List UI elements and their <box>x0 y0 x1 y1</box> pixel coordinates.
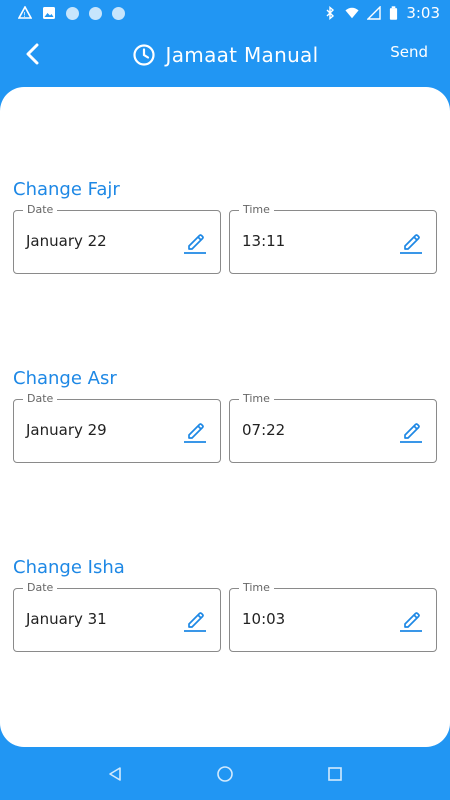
fields-row: Date January 29 Time 07:22 <box>13 392 437 463</box>
time-value: 13:11 <box>242 232 286 250</box>
content-card: Change Fajr Date January 22 Time 13:11 C… <box>0 87 450 747</box>
time-value: 07:22 <box>242 421 286 439</box>
alert-icon: ! <box>18 6 32 19</box>
circle-icon <box>66 6 79 20</box>
date-label: Date <box>23 392 58 406</box>
section-asr: Change Asr Date January 29 Time 07:22 <box>13 368 437 463</box>
image-icon <box>43 7 55 19</box>
time-field[interactable]: Time 07:22 <box>229 392 437 463</box>
back-button[interactable] <box>18 40 46 68</box>
status-left: ! <box>18 6 125 20</box>
nav-home-button[interactable] <box>211 760 239 788</box>
circle-home-icon <box>217 766 233 782</box>
status-right: 3:03 <box>323 4 440 22</box>
section-fajr: Change Fajr Date January 22 Time 13:11 <box>13 179 437 274</box>
time-field[interactable]: Time 10:03 <box>229 581 437 652</box>
section-title: Change Asr <box>13 368 117 389</box>
circle-icon <box>89 6 102 20</box>
date-value: January 29 <box>26 421 107 439</box>
fields-row: Date January 31 Time 10:03 <box>13 581 437 652</box>
edit-icon[interactable] <box>398 418 424 444</box>
time-value: 10:03 <box>242 610 286 628</box>
edit-icon[interactable] <box>398 607 424 633</box>
svg-text:!: ! <box>23 11 26 19</box>
edit-icon[interactable] <box>398 229 424 255</box>
signal-icon <box>367 6 382 20</box>
page-title: Jamaat Manual <box>165 43 319 67</box>
date-label: Date <box>23 203 58 217</box>
app-bar: Jamaat Manual Send <box>0 26 450 84</box>
triangle-back-icon <box>109 767 121 781</box>
edit-icon[interactable] <box>182 607 208 633</box>
edit-icon[interactable] <box>182 418 208 444</box>
edit-icon[interactable] <box>182 229 208 255</box>
send-button[interactable]: Send <box>390 43 428 61</box>
date-field[interactable]: Date January 22 <box>13 203 221 274</box>
section-title: Change Isha <box>13 557 125 578</box>
date-field[interactable]: Date January 31 <box>13 581 221 652</box>
section-isha: Change Isha Date January 31 Time 10:03 <box>13 557 437 652</box>
clock-icon <box>132 44 155 66</box>
chevron-left-icon <box>26 43 39 65</box>
time-label: Time <box>239 392 274 406</box>
status-time: 3:03 <box>406 4 440 22</box>
battery-icon <box>390 5 398 20</box>
circle-icon <box>112 6 125 20</box>
section-title: Change Fajr <box>13 179 120 200</box>
fields-row: Date January 22 Time 13:11 <box>13 203 437 274</box>
date-value: January 22 <box>26 232 107 250</box>
nav-back-button[interactable] <box>101 760 129 788</box>
nav-recents-button[interactable] <box>321 760 349 788</box>
time-label: Time <box>239 581 274 595</box>
date-label: Date <box>23 581 58 595</box>
time-label: Time <box>239 203 274 217</box>
title-wrap: Jamaat Manual <box>132 43 319 67</box>
wifi-icon <box>345 7 359 19</box>
date-value: January 31 <box>26 610 107 628</box>
square-recents-icon <box>328 767 342 781</box>
date-field[interactable]: Date January 29 <box>13 392 221 463</box>
time-field[interactable]: Time 13:11 <box>229 203 437 274</box>
navigation-bar <box>0 748 450 800</box>
status-bar: ! 3:03 <box>0 0 450 26</box>
bluetooth-icon <box>326 6 335 20</box>
